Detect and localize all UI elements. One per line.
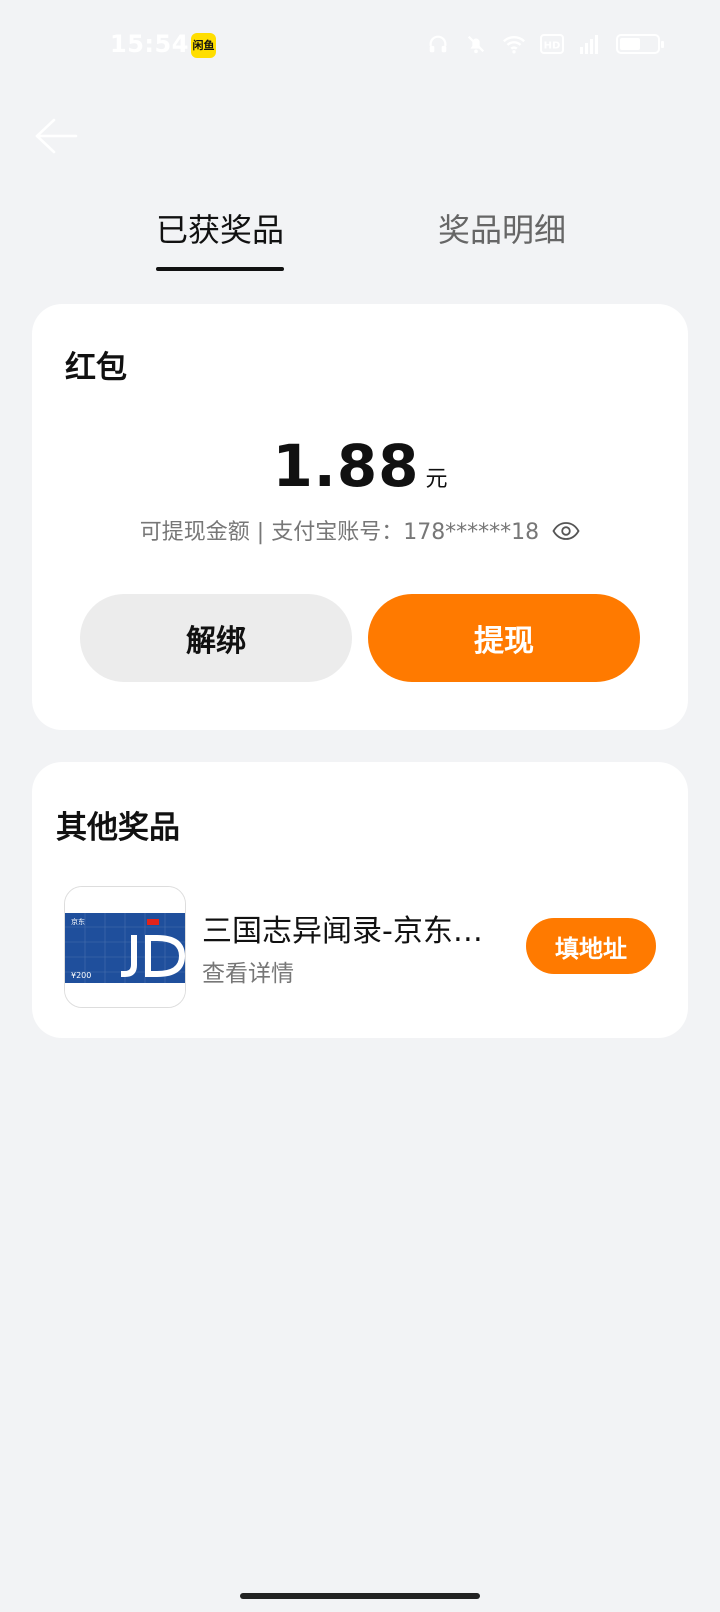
unbind-button[interactable]: 解绑 [80, 594, 352, 682]
jd-card-image: 京东 ¥200 [65, 887, 185, 1007]
svg-text:HD: HD [544, 41, 561, 52]
fill-address-button[interactable]: 填地址 [526, 918, 656, 974]
status-bar: 15:54 闲鱼 HD [0, 0, 720, 92]
jd-gift-card-thumbnail[interactable]: 京东 ¥200 [64, 886, 186, 1008]
bell-muted-icon [464, 32, 488, 56]
account-info-text: 可提现金额 | 支付宝账号：178******18 [139, 520, 540, 545]
hd-icon: HD [540, 32, 564, 56]
view-details-link[interactable]: 查看详情 [202, 954, 294, 988]
status-icons: HD [426, 32, 664, 56]
amount-unit: 元 [425, 467, 448, 492]
arrow-left-icon [35, 118, 78, 154]
withdraw-button[interactable]: 提现 [368, 594, 640, 682]
red-packet-card: 红包 1.88 元 可提现金额 | 支付宝账号：178******18 解绑 提现 [32, 304, 688, 730]
jd-card-value: ¥200 [71, 971, 91, 980]
tab-prize-details[interactable]: 奖品明细 [438, 205, 566, 251]
active-tab-indicator [156, 267, 284, 271]
home-indicator[interactable] [240, 1593, 480, 1599]
other-prizes-title: 其他奖品 [56, 810, 180, 846]
withdrawable-amount: 1.88 [272, 432, 420, 500]
prize-tabs: 已获奖品 奖品明细 [0, 205, 720, 275]
status-time: 15:54 [110, 30, 189, 58]
account-info: 可提现金额 | 支付宝账号：178******18 [32, 514, 688, 546]
other-prizes-card: 其他奖品 京东 ¥200 三国志异闻录-京东… 查看详情 填地址 [32, 762, 688, 1038]
wifi-icon [502, 32, 526, 56]
app-badge-icon: 闲鱼 [191, 33, 216, 58]
eye-icon[interactable] [552, 521, 580, 546]
jd-card-brand: 京东 [71, 917, 85, 926]
headphones-icon [426, 32, 450, 56]
red-packet-title: 红包 [65, 350, 127, 386]
amount-row: 1.88 元 [32, 432, 688, 500]
battery-icon [616, 34, 664, 54]
battery-fill [620, 38, 640, 50]
prize-name[interactable]: 三国志异闻录-京东… [202, 906, 492, 950]
signal-icon [578, 32, 602, 56]
tab-earned-prizes[interactable]: 已获奖品 [156, 205, 284, 251]
back-button[interactable] [32, 112, 80, 160]
